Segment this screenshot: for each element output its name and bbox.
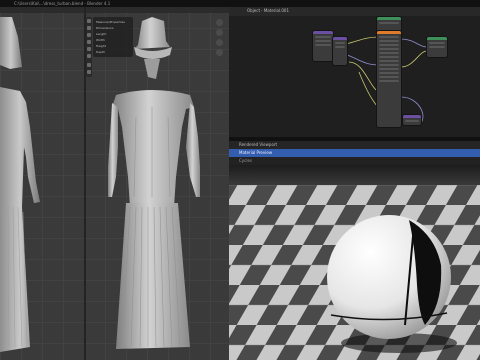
zoom-icon[interactable]: [216, 19, 223, 26]
principled-bsdf-node[interactable]: [377, 31, 401, 127]
3d-viewport[interactable]: Measure/Properties Dimensions Length Wid…: [0, 7, 229, 360]
render-info-bar: Cycles: [229, 157, 480, 165]
transform-tool-icon[interactable]: [87, 54, 91, 58]
color-ramp-node[interactable]: [403, 115, 421, 125]
pan-icon[interactable]: [216, 29, 223, 36]
panel-line: Width: [96, 38, 105, 42]
measure-tool-icon[interactable]: [87, 70, 91, 74]
navigation-gizmo[interactable]: [214, 19, 226, 79]
panel-line: Length: [96, 32, 107, 36]
panel-line: Dimensions: [96, 26, 114, 30]
render-header-title: Rendered Viewport: [239, 142, 278, 147]
select-tool-icon[interactable]: [87, 19, 91, 23]
render-info-text: Cycles: [239, 158, 253, 163]
move-tool-icon[interactable]: [87, 33, 91, 37]
properties-overlay-panel: Measure/Properties Dimensions Length Wid…: [93, 17, 133, 57]
material-output-node[interactable]: [427, 37, 447, 57]
title-bar: C:\Users\Kai\...\dress_turban.blend - Bl…: [0, 0, 480, 7]
scale-tool-icon[interactable]: [87, 47, 91, 51]
render-header[interactable]: Rendered Viewport: [229, 141, 480, 149]
texture-node[interactable]: [313, 31, 333, 61]
node-links: [333, 36, 428, 126]
camera-view-icon[interactable]: [216, 39, 223, 46]
render-subheader-title: Material Preview: [239, 150, 273, 155]
mapping-node[interactable]: [333, 37, 347, 65]
math-node[interactable]: [377, 17, 401, 31]
panel-line: Height: [96, 44, 106, 48]
window-title: C:\Users\Kai\...\dress_turban.blend - Bl…: [14, 1, 111, 6]
panel-line: Measure/Properties: [96, 20, 125, 24]
perspective-icon[interactable]: [216, 49, 223, 56]
viewport-toolbar[interactable]: [86, 17, 92, 77]
annotate-tool-icon[interactable]: [87, 63, 91, 67]
panel-line: Depth: [96, 50, 106, 54]
render-scene: [229, 165, 480, 360]
rotate-tool-icon[interactable]: [87, 40, 91, 44]
dress-figure-back: [0, 17, 40, 352]
cursor-tool-icon[interactable]: [87, 26, 91, 30]
shader-node-editor[interactable]: Object · Material.001: [229, 7, 480, 137]
render-viewport[interactable]: Rendered Viewport Material Preview Cycle…: [229, 141, 480, 360]
render-subheader[interactable]: Material Preview: [229, 149, 480, 157]
dress-figure-front: [108, 17, 200, 349]
